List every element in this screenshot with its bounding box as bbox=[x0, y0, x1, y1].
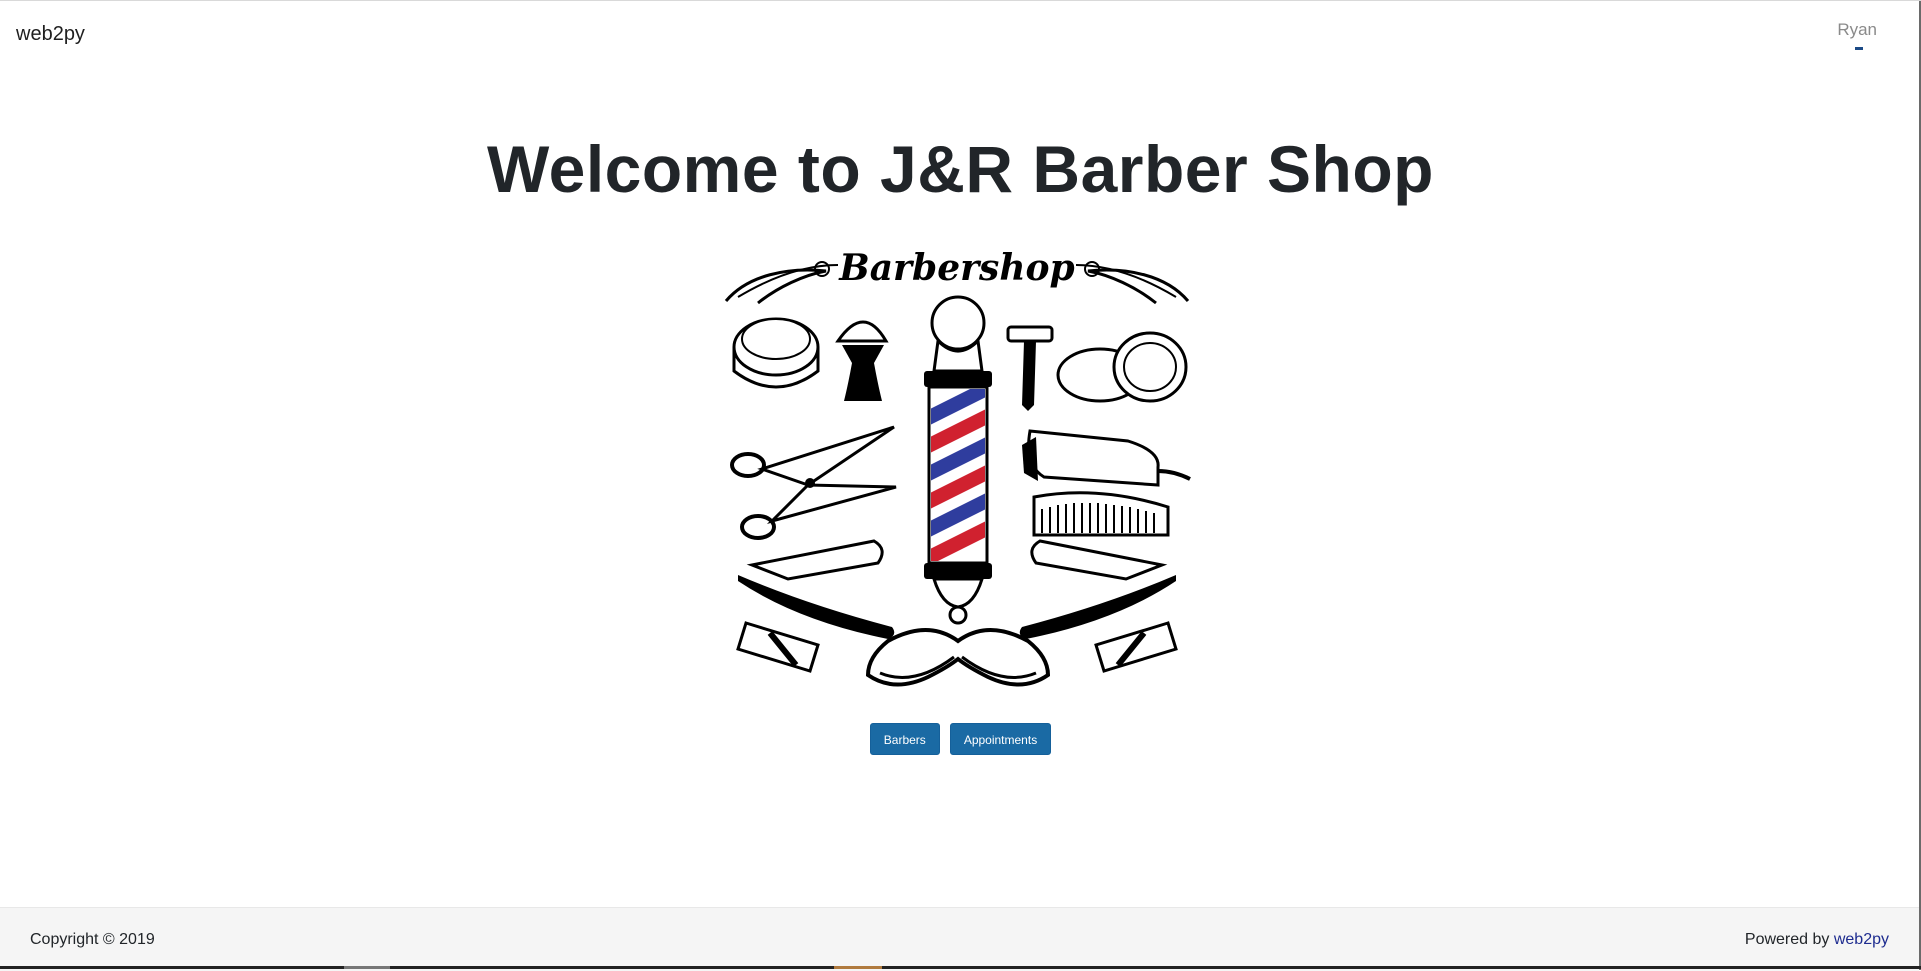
page-title: Welcome to J&R Barber Shop bbox=[487, 132, 1434, 206]
scissors-icon bbox=[730, 425, 897, 540]
comb-icon bbox=[1032, 491, 1170, 537]
razor-blade-left-icon bbox=[736, 621, 820, 673]
footer: Copyright © 2019 Powered by web2py bbox=[0, 907, 1919, 971]
powered-by-label: Powered by bbox=[1744, 931, 1830, 948]
user-menu-indicator bbox=[1855, 47, 1863, 50]
shaving-brush-icon bbox=[835, 320, 889, 401]
powered-by: Powered by web2py bbox=[1745, 931, 1889, 949]
straight-razor-left-icon bbox=[738, 539, 895, 639]
razor-blade-right-icon bbox=[1094, 621, 1178, 673]
hair-clipper-icon bbox=[1022, 429, 1191, 487]
straight-razor-right-icon bbox=[1019, 539, 1176, 639]
barbershop-logo: Barbershop bbox=[724, 247, 1191, 687]
logo-text: Barbershop bbox=[838, 247, 1074, 289]
barbers-button[interactable]: Barbers bbox=[869, 723, 940, 755]
logo-banner: Barbershop bbox=[724, 247, 1190, 305]
web2py-link[interactable]: web2py bbox=[1834, 931, 1889, 948]
pomade-jar-icon bbox=[732, 317, 820, 389]
brand-link[interactable]: web2py bbox=[16, 23, 85, 46]
navbar: web2py Ryan bbox=[0, 1, 1921, 71]
appointments-button[interactable]: Appointments bbox=[949, 723, 1052, 755]
copyright-text: Copyright © 2019 bbox=[30, 931, 155, 948]
barber-pole-icon bbox=[924, 295, 992, 625]
action-buttons: Barbers Appointments bbox=[0, 723, 1921, 755]
user-menu[interactable]: Ryan bbox=[1837, 20, 1877, 40]
mustache-icon bbox=[865, 628, 1051, 687]
open-jar-icon bbox=[1056, 331, 1188, 403]
safety-razor-icon bbox=[1006, 325, 1054, 411]
